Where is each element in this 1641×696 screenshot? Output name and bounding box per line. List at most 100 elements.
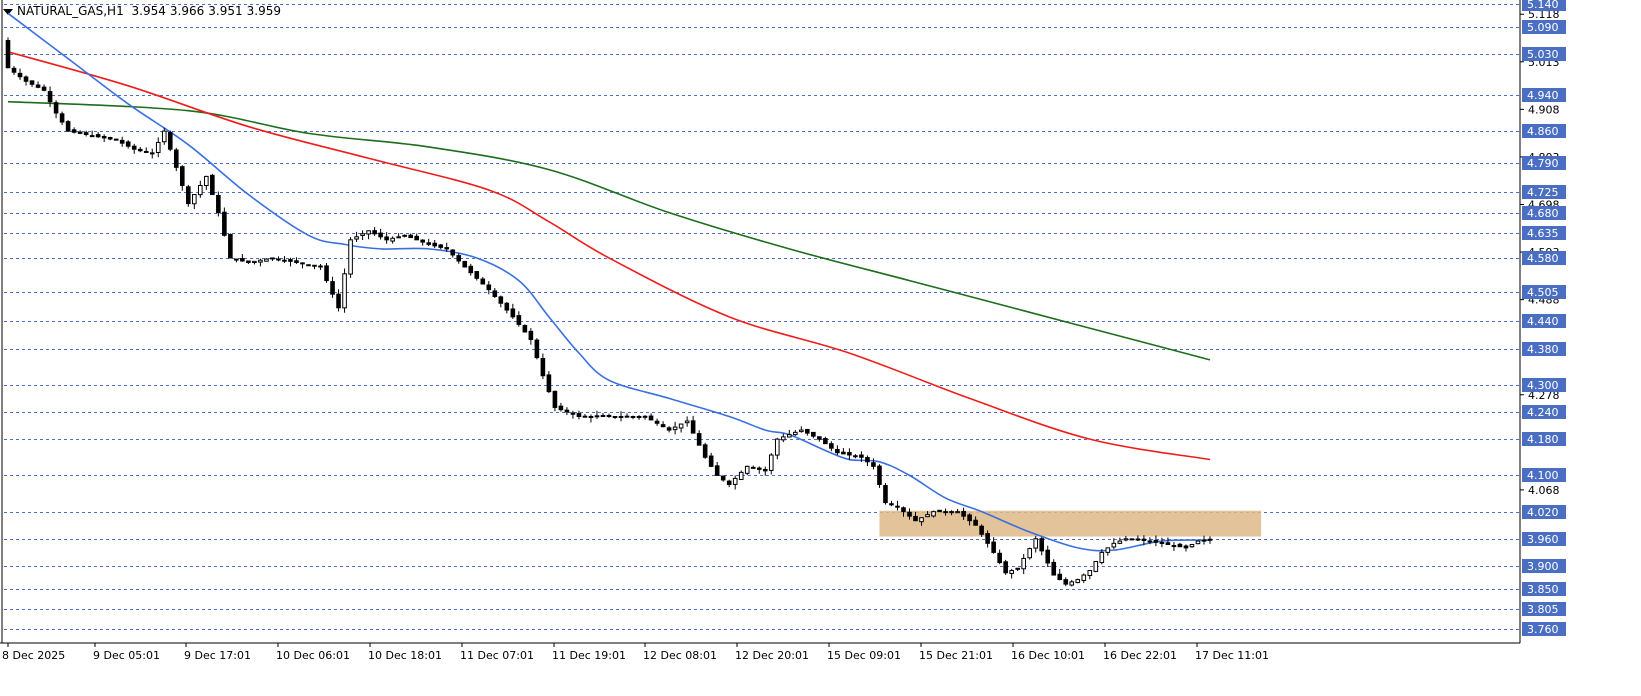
- level-price-label: 4.635: [1527, 227, 1559, 240]
- level-price-label: 3.960: [1527, 533, 1559, 546]
- candle-bullish: [636, 415, 642, 418]
- candle-bullish: [1021, 557, 1026, 570]
- candle-bearish: [149, 152, 155, 155]
- candle-bearish: [312, 264, 317, 267]
- candle-bearish: [847, 452, 852, 456]
- candle-bearish: [288, 259, 293, 262]
- candle-bearish: [883, 485, 888, 504]
- candle-bearish: [642, 415, 648, 418]
- candle-bearish: [378, 232, 383, 238]
- candle-bearish: [53, 102, 59, 114]
- candle-bearish: [222, 211, 227, 236]
- candle-bullish: [1099, 551, 1105, 564]
- candle-bearish: [125, 141, 131, 147]
- candle-bullish: [943, 511, 948, 514]
- candle-bullish: [155, 141, 161, 153]
- candle-bearish: [300, 262, 305, 265]
- candle-bearish: [696, 433, 702, 446]
- candle-bearish: [137, 148, 143, 152]
- candle-bullish: [1195, 540, 1201, 545]
- y-tick-label: 4.068: [1528, 484, 1560, 497]
- candle-bearish: [805, 428, 810, 434]
- candle-bullish: [306, 264, 311, 267]
- candle-bearish: [756, 467, 762, 470]
- candle-bearish: [576, 413, 582, 417]
- candle-bearish: [426, 242, 432, 245]
- candle-bearish: [408, 234, 413, 239]
- candle-bullish: [588, 415, 594, 418]
- candle-bearish: [480, 278, 486, 285]
- candle-bearish: [895, 505, 900, 508]
- candle-bullish: [1027, 548, 1033, 559]
- level-price-label: 3.900: [1527, 560, 1559, 573]
- candle-bearish: [534, 339, 540, 359]
- candle-bearish: [1153, 539, 1159, 543]
- x-tick-label: 10 Dec 18:01: [368, 649, 442, 662]
- candle-bearish: [762, 468, 768, 472]
- price-chart[interactable]: 5.1185.0134.9084.8034.6984.5934.4884.278…: [0, 0, 1641, 696]
- candle-bullish: [768, 454, 774, 471]
- candle-bullish: [354, 236, 359, 240]
- candle-bearish: [450, 249, 456, 256]
- candle-bearish: [901, 507, 906, 513]
- candle-bearish: [582, 415, 588, 418]
- candle-bearish: [143, 150, 149, 153]
- candle-bearish: [937, 509, 942, 513]
- candle-bearish: [997, 552, 1002, 564]
- grid-layer: [0, 0, 1521, 644]
- candle-bearish: [600, 415, 606, 418]
- candle-bearish: [516, 315, 522, 325]
- candle-bullish: [1117, 540, 1123, 544]
- candle-bearish: [324, 265, 329, 282]
- candle-bearish: [660, 424, 666, 428]
- candle-bullish: [672, 426, 678, 431]
- candle-bearish: [1003, 561, 1008, 574]
- candle-bearish: [77, 131, 83, 134]
- candle-bullish: [89, 135, 95, 138]
- candle-bearish: [11, 67, 17, 73]
- candle-bearish: [913, 515, 918, 522]
- resistance-zone: [879, 510, 1262, 537]
- level-price-label: 3.760: [1527, 623, 1559, 636]
- level-price-label: 5.090: [1527, 21, 1559, 34]
- level-price-label: 4.940: [1527, 89, 1559, 102]
- candle-bearish: [859, 454, 864, 458]
- candle-bearish: [372, 230, 377, 235]
- candle-bearish: [961, 510, 966, 517]
- candle-bearish: [65, 121, 71, 132]
- x-tick-label: 12 Dec 20:01: [735, 649, 809, 662]
- candle-bullish: [342, 273, 347, 309]
- candle-bearish: [1129, 538, 1135, 541]
- candle-bearish: [570, 412, 576, 415]
- x-tick-label: 11 Dec 07:01: [460, 649, 534, 662]
- candle-bearish: [624, 415, 630, 418]
- candle-bearish: [1147, 540, 1153, 543]
- candle-bearish: [107, 136, 113, 140]
- candle-bearish: [240, 258, 245, 262]
- level-price-label: 4.440: [1527, 315, 1559, 328]
- candle-bullish: [282, 259, 287, 262]
- candle-bearish: [853, 455, 858, 458]
- candle-bullish: [390, 237, 395, 242]
- candle-bearish: [979, 525, 984, 535]
- x-tick-label: 12 Dec 08:01: [643, 649, 717, 662]
- candle-bullish: [738, 471, 744, 481]
- candle-bearish: [967, 514, 972, 522]
- candle-bearish: [726, 480, 732, 485]
- candle-bearish: [294, 260, 299, 263]
- candle-bearish: [113, 138, 119, 141]
- y-tick-label: 4.908: [1528, 103, 1560, 116]
- candle-bullish: [955, 511, 960, 514]
- level-price-label: 4.180: [1527, 433, 1559, 446]
- x-tick-label: 9 Dec 05:01: [93, 649, 160, 662]
- candle-bullish: [204, 175, 209, 187]
- candle-bullish: [258, 259, 263, 263]
- candle-bearish: [823, 438, 828, 445]
- x-tick-label: 16 Dec 22:01: [1103, 649, 1177, 662]
- candle-bearish: [552, 390, 558, 408]
- level-price-label: 5.140: [1527, 0, 1559, 11]
- candle-bearish: [5, 40, 11, 69]
- candle-bearish: [17, 72, 23, 78]
- candle-bearish: [1183, 545, 1189, 549]
- candle-bearish: [210, 174, 215, 196]
